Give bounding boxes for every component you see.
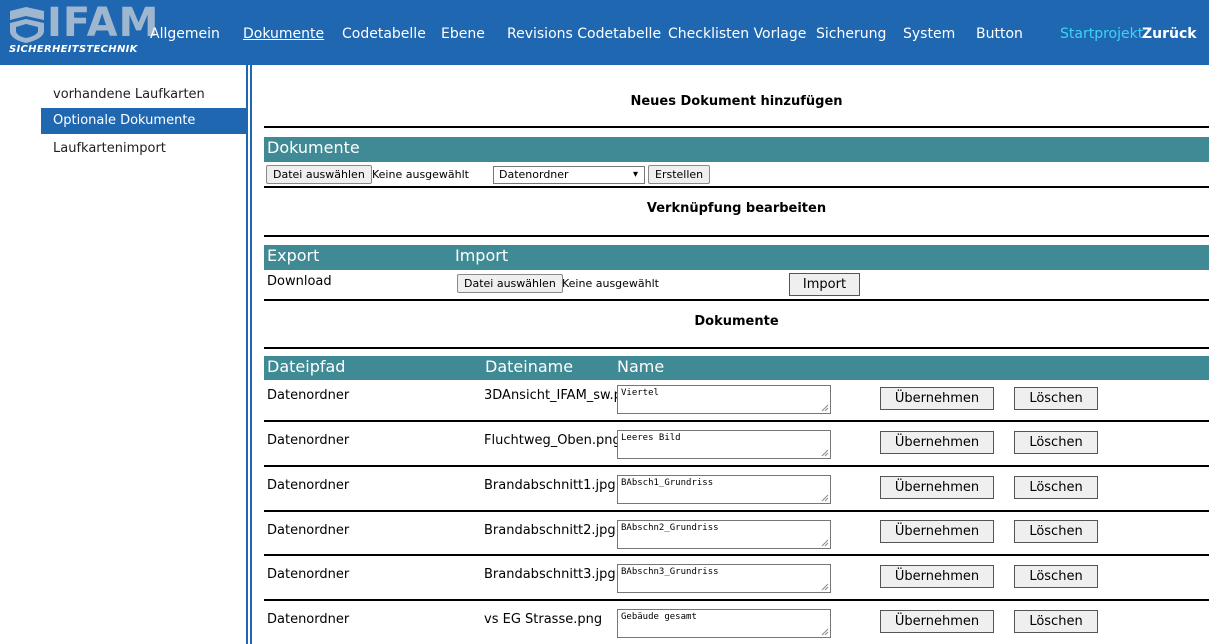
name-textarea-value: BAbschn3_Grundriss — [621, 567, 719, 577]
name-textarea[interactable]: Gebäude gesamt — [617, 609, 831, 638]
row-divider — [264, 420, 1209, 422]
name-textarea[interactable]: BAbschn2_Grundriss — [617, 520, 831, 549]
import-button[interactable]: Import — [789, 273, 860, 296]
divider — [264, 186, 1209, 188]
folder-select-value: Datenordner — [499, 168, 569, 181]
import-file-choose-button[interactable]: Datei auswählen — [457, 274, 563, 293]
ifam-logo[interactable]: IFAM SICHERHEITSTECHNIK — [7, 3, 158, 59]
resize-grip-icon[interactable] — [821, 539, 829, 547]
resize-grip-icon[interactable] — [821, 628, 829, 636]
file-choose-button[interactable]: Datei auswählen — [266, 165, 372, 184]
sidebar-divider — [246, 65, 248, 644]
sidebar-divider — [250, 65, 252, 644]
create-button[interactable]: Erstellen — [648, 165, 711, 184]
row-path: Datenordner — [267, 433, 350, 448]
name-textarea[interactable]: BAbschn3_Grundriss — [617, 564, 831, 593]
nav-ebene[interactable]: Ebene — [441, 25, 485, 43]
section-title-neues-dokument: Neues Dokument hinzufügen — [630, 94, 843, 109]
column-header-dateipfad: Dateipfad — [267, 357, 346, 376]
row-filename: Fluchtweg_Oben.png — [484, 433, 617, 448]
name-textarea-value: BAbschn2_Grundriss — [621, 523, 719, 533]
divider — [264, 235, 1209, 237]
sidebar-item-optionale-dokumente[interactable]: Optionale Dokumente — [41, 108, 248, 134]
name-textarea[interactable]: Viertel — [617, 385, 831, 414]
row-divider — [264, 510, 1209, 512]
nav-codetabelle[interactable]: Codetabelle — [342, 25, 426, 43]
delete-button[interactable]: Löschen — [1014, 387, 1098, 410]
logo-subtitle: SICHERHEITSTECHNIK — [9, 44, 138, 55]
sidebar-item-vorhandene-laufkarten[interactable]: vorhandene Laufkarten — [41, 82, 248, 108]
row-filename: Brandabschnitt2.jpg — [484, 523, 616, 538]
nav-system[interactable]: System — [903, 25, 955, 43]
table-header-export-import: Export Import — [264, 245, 1209, 270]
apply-button[interactable]: Übernehmen — [880, 387, 994, 410]
nav-sicherung[interactable]: Sicherung — [816, 25, 886, 43]
sidebar-item-laufkartenimport[interactable]: Laufkartenimport — [41, 136, 248, 162]
folder-select[interactable]: Datenordner ▾ — [493, 166, 645, 184]
table-header-dokumente: Dokumente — [264, 137, 1209, 162]
delete-button[interactable]: Löschen — [1014, 610, 1098, 633]
resize-grip-icon[interactable] — [821, 404, 829, 412]
apply-button[interactable]: Übernehmen — [880, 565, 994, 588]
nav-revisions-codetabelle[interactable]: Revisions Codetabelle — [507, 25, 661, 43]
section-title-verknuepfung: Verknüpfung bearbeiten — [646, 201, 827, 216]
column-header-export: Export — [267, 246, 320, 265]
row-path: Datenordner — [267, 388, 350, 403]
nav-allgemein[interactable]: Allgemein — [150, 25, 220, 43]
delete-button[interactable]: Löschen — [1014, 476, 1098, 499]
apply-button[interactable]: Übernehmen — [880, 610, 994, 633]
row-filename: vs EG Strasse.png — [484, 612, 603, 627]
resize-grip-icon[interactable] — [821, 449, 829, 457]
resize-grip-icon[interactable] — [821, 494, 829, 502]
row-path: Datenordner — [267, 567, 350, 582]
name-textarea[interactable]: Leeres Bild — [617, 430, 831, 459]
top-navigation-bar: IFAM SICHERHEITSTECHNIK Allgemein Dokume… — [0, 0, 1209, 65]
row-filename: 3DAnsicht_IFAM_sw.png — [484, 388, 617, 403]
nav-dokumente[interactable]: Dokumente — [243, 25, 324, 43]
row-filename: Brandabschnitt1.jpg — [484, 478, 616, 493]
nav-checklisten-vorlage[interactable]: Checklisten Vorlage — [668, 25, 806, 43]
column-header-import: Import — [455, 246, 509, 265]
row-path: Datenordner — [267, 478, 350, 493]
divider — [264, 126, 1209, 128]
delete-button[interactable]: Löschen — [1014, 565, 1098, 588]
resize-grip-icon[interactable] — [821, 583, 829, 591]
column-header-dateiname: Dateiname — [485, 357, 574, 376]
import-file-status-text: Keine ausgewählt — [562, 277, 659, 290]
divider — [264, 299, 1209, 301]
section-title-dokumente: Dokumente — [694, 314, 779, 329]
nav-button[interactable]: Button — [976, 25, 1023, 43]
row-divider — [264, 599, 1209, 601]
apply-button[interactable]: Übernehmen — [880, 520, 994, 543]
delete-button[interactable]: Löschen — [1014, 520, 1098, 543]
row-path: Datenordner — [267, 612, 350, 627]
chevron-down-icon: ▾ — [632, 169, 638, 180]
column-header-name: Name — [617, 357, 665, 376]
shield-logo-icon — [10, 7, 44, 43]
nav-zurueck[interactable]: Zurück — [1142, 25, 1197, 43]
column-header-dokumente: Dokumente — [267, 138, 360, 157]
name-textarea-value: Gebäude gesamt — [621, 612, 697, 622]
divider — [264, 347, 1209, 349]
file-status-text: Keine ausgewählt — [372, 168, 469, 181]
name-textarea-value: Viertel — [621, 388, 659, 398]
logo-wordmark: IFAM — [47, 0, 160, 46]
name-textarea-value: BAbsch1_Grundriss — [621, 478, 714, 488]
row-filename: Brandabschnitt3.jpg — [484, 567, 616, 582]
name-textarea-value: Leeres Bild — [621, 433, 681, 443]
table-header-documents: Dateipfad Dateiname Name — [264, 356, 1209, 380]
name-textarea[interactable]: BAbsch1_Grundriss — [617, 475, 831, 504]
apply-button[interactable]: Übernehmen — [880, 476, 994, 499]
row-divider — [264, 554, 1209, 556]
delete-button[interactable]: Löschen — [1014, 431, 1098, 454]
download-link[interactable]: Download — [267, 273, 332, 291]
apply-button[interactable]: Übernehmen — [880, 431, 994, 454]
row-path: Datenordner — [267, 523, 350, 538]
nav-startprojekt[interactable]: Startprojekt — [1060, 25, 1143, 43]
row-divider — [264, 465, 1209, 467]
